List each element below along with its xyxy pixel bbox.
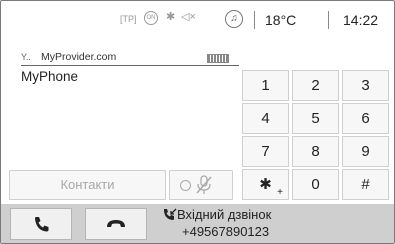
provider-name: MyProvider.com xyxy=(41,51,117,63)
provider-row: Y.. MyProvider.com xyxy=(21,51,239,66)
key-5[interactable]: 5 xyxy=(292,103,339,134)
call-status: Вхідний дзвінок xyxy=(177,207,272,222)
decline-call-button[interactable] xyxy=(85,208,147,240)
mic-off-icon xyxy=(196,175,212,194)
signal-icon: Y.. xyxy=(21,52,31,62)
phone-screen: [TP] ON ✱ ◁× ♫ 18°C 14:22 Y.. MyProvider… xyxy=(0,0,395,244)
key-1[interactable]: 1 xyxy=(242,70,289,101)
key-3[interactable]: 3 xyxy=(342,70,389,101)
mute-microphone-button[interactable] xyxy=(169,170,233,200)
phone-hangup-icon xyxy=(107,220,125,227)
key-4[interactable]: 4 xyxy=(242,103,289,134)
clock: 14:22 xyxy=(343,12,379,28)
key-plus-label: + xyxy=(277,187,283,198)
key-8[interactable]: 8 xyxy=(292,136,339,167)
accept-call-button[interactable] xyxy=(10,208,72,240)
phone-accept-icon xyxy=(35,217,49,232)
status-divider xyxy=(328,11,329,29)
key-9[interactable]: 9 xyxy=(342,136,389,167)
key-0[interactable]: 0 xyxy=(292,169,339,200)
media-note-icon[interactable]: ♫ xyxy=(225,10,243,28)
key-6[interactable]: 6 xyxy=(342,103,389,134)
key-7[interactable]: 7 xyxy=(242,136,289,167)
key-hash[interactable]: # xyxy=(342,169,389,200)
status-divider xyxy=(254,11,255,29)
radio-indicator-icon xyxy=(180,180,191,191)
key-star-label: ✱ xyxy=(259,176,272,193)
incoming-call-icon xyxy=(164,208,177,220)
status-bar: [TP] ON ✱ ◁× ♫ 18°C 14:22 xyxy=(1,1,394,39)
tp-indicator: [TP] xyxy=(120,14,137,24)
caller-number: +49567890123 xyxy=(182,224,270,239)
key-2[interactable]: 2 xyxy=(292,70,339,101)
contacts-button[interactable]: Контакти xyxy=(9,170,166,200)
phone-name: MyPhone xyxy=(21,69,79,84)
temperature: 18°C xyxy=(265,12,297,28)
key-star[interactable]: ✱ + xyxy=(242,169,289,200)
call-bar: Вхідний дзвінок +49567890123 xyxy=(1,204,394,243)
dial-keypad: 1 2 3 4 5 6 7 8 9 ✱ + 0 # xyxy=(242,70,392,200)
on-badge: ON xyxy=(144,11,158,25)
bluetooth-icon: ✱ xyxy=(166,11,176,23)
mute-icon: ◁× xyxy=(181,11,196,23)
battery-icon xyxy=(207,54,229,63)
